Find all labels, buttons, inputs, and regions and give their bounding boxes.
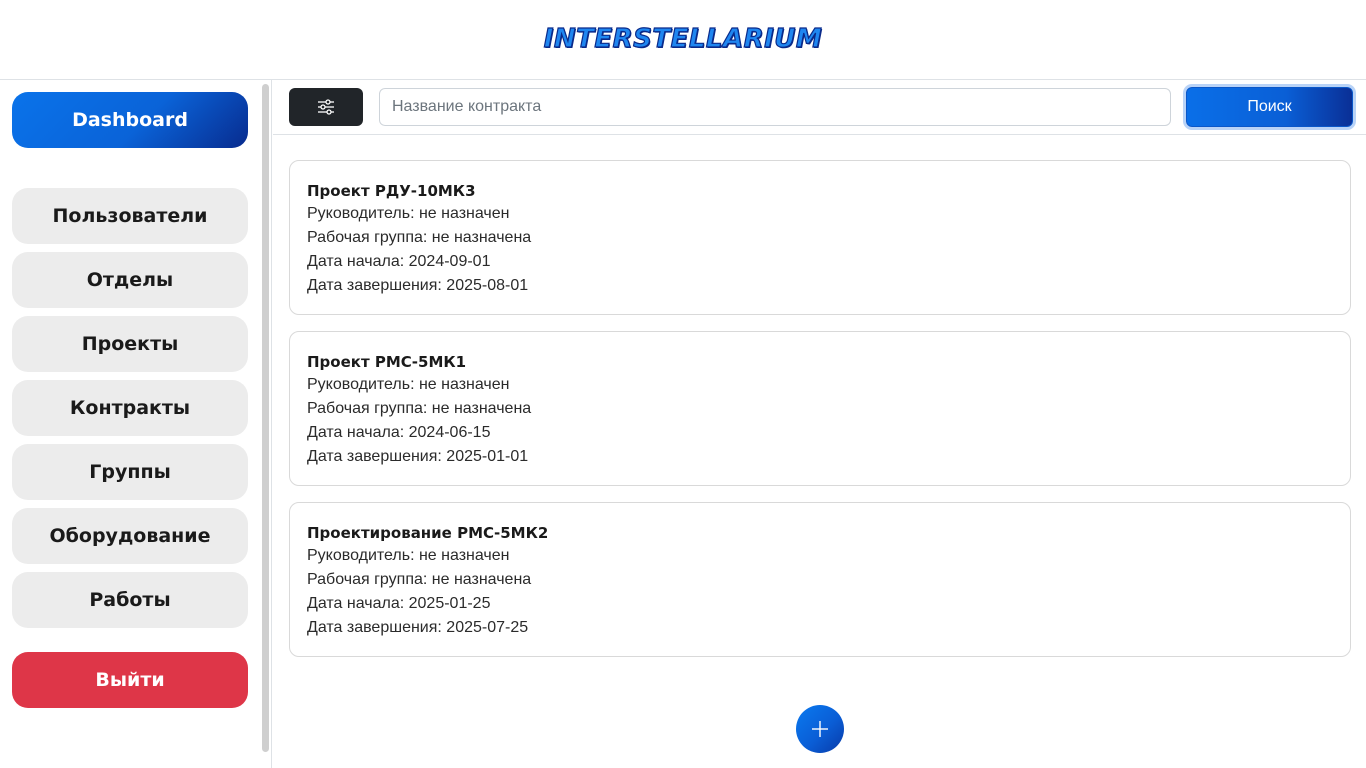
search-button[interactable]: Поиск <box>1186 87 1353 127</box>
sidebar-scrollbar[interactable] <box>262 84 269 752</box>
nav-groups-button[interactable]: Группы <box>12 444 248 500</box>
project-end-date: Дата завершения: 2025-08-01 <box>307 277 529 294</box>
app-logo[interactable]: INTERSTELLARIUM <box>543 23 822 54</box>
project-group: Рабочая группа: не назначена <box>307 229 532 246</box>
project-start-date: Дата начала: 2024-09-01 <box>307 253 491 270</box>
search-toolbar: Поиск <box>273 80 1366 135</box>
project-manager: Руководитель: не назначен <box>307 205 510 222</box>
project-start-date: Дата начала: 2025-01-25 <box>307 595 491 612</box>
project-group: Рабочая группа: не назначена <box>307 571 532 588</box>
nav-equipment-button[interactable]: Оборудование <box>12 508 248 564</box>
project-card[interactable]: Проект РДУ-10МК3 Руководитель: не назнач… <box>289 160 1351 315</box>
nav-departments-button[interactable]: Отделы <box>12 252 248 308</box>
project-group: Рабочая группа: не назначена <box>307 400 532 417</box>
nav-projects-button[interactable]: Проекты <box>12 316 248 372</box>
filter-button[interactable] <box>289 88 363 126</box>
contract-search-input[interactable] <box>379 88 1171 126</box>
project-card[interactable]: Проект РМС-5МК1 Руководитель: не назначе… <box>289 331 1351 486</box>
project-end-date: Дата завершения: 2025-07-25 <box>307 619 529 636</box>
logout-button[interactable]: Выйти <box>12 652 248 708</box>
main-content: Поиск Проект РДУ-10МК3 Руководитель: не … <box>273 80 1366 768</box>
project-manager: Руководитель: не назначен <box>307 547 510 564</box>
project-end-date: Дата завершения: 2025-01-01 <box>307 448 529 465</box>
nav-works-button[interactable]: Работы <box>12 572 248 628</box>
project-title: Проект РМС-5МК1 <box>307 353 467 371</box>
app-header: INTERSTELLARIUM <box>0 0 1366 80</box>
sliders-icon <box>318 99 334 115</box>
nav-contracts-button[interactable]: Контракты <box>12 380 248 436</box>
project-card[interactable]: Проектирование РМС-5МК2 Руководитель: не… <box>289 502 1351 657</box>
project-start-date: Дата начала: 2024-06-15 <box>307 424 491 441</box>
project-title: Проект РДУ-10МК3 <box>307 182 476 200</box>
project-title: Проектирование РМС-5МК2 <box>307 524 549 542</box>
add-contract-button[interactable] <box>796 705 844 753</box>
sidebar: Dashboard Пользователи Отделы Проекты Ко… <box>0 80 272 768</box>
nav-dashboard-button[interactable]: Dashboard <box>12 92 248 148</box>
project-manager: Руководитель: не назначен <box>307 376 510 393</box>
plus-icon <box>812 721 828 737</box>
nav-users-button[interactable]: Пользователи <box>12 188 248 244</box>
